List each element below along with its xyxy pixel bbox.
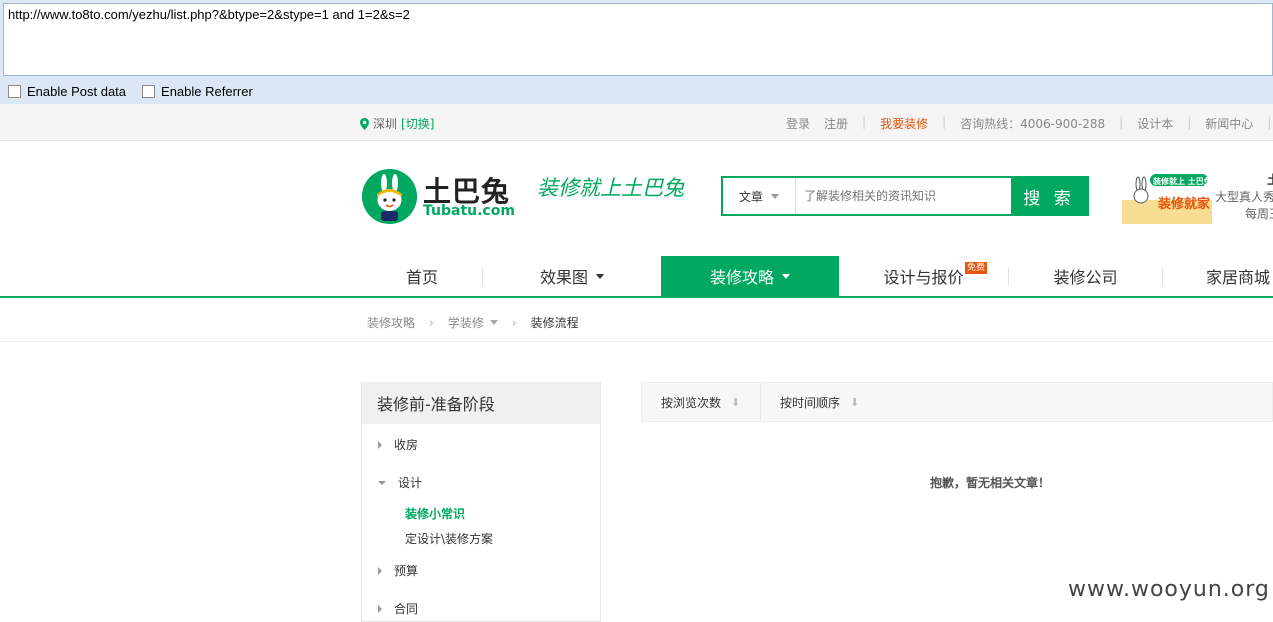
enable-referrer-option[interactable]: Enable Referrer [142, 84, 253, 99]
breadcrumb-item[interactable]: 装修攻略 [367, 314, 415, 331]
nav-item-mall[interactable]: 家居商城 [1163, 256, 1273, 296]
sort-label: 按时间顺序 [780, 395, 841, 410]
nav-label: 装修公司 [1053, 268, 1118, 287]
free-badge: 免费 [965, 262, 988, 274]
hackbar-panel: http://www.to8to.com/yezhu/list.php?&bty… [0, 0, 1273, 104]
chevron-down-icon [771, 193, 779, 199]
url-textarea[interactable]: http://www.to8to.com/yezhu/list.php?&bty… [3, 3, 1273, 76]
main-nav: 首页 效果图 装修攻略 设计与报价 免费 装修公司 家居商城 [0, 256, 1273, 298]
search-button[interactable]: 搜 索 [1011, 178, 1087, 214]
promo-side-text: 土 [1215, 172, 1273, 189]
breadcrumb-current: 装修流程 [530, 316, 579, 330]
sidebar-item-design[interactable]: 设计 [378, 474, 422, 491]
nav-label: 装修攻略 [709, 268, 774, 287]
caret-right-icon [378, 604, 382, 613]
promo-text: 土 大型真人秀 每周王 [1215, 172, 1273, 223]
nav-label: 效果图 [539, 268, 588, 287]
watermark: www.wooyun.org [1068, 577, 1270, 602]
chevron-down-icon [782, 273, 790, 279]
search-type-label: 文章 [738, 189, 763, 204]
breadcrumb: 装修攻略 › 学装修 › 装修流程 [367, 314, 579, 331]
divider [760, 383, 761, 421]
enable-referrer-label: Enable Referrer [161, 84, 253, 99]
caret-down-icon [378, 480, 386, 485]
caret-right-icon [378, 566, 382, 575]
sort-bar: 按浏览次数 ⬇ 按时间顺序 ⬇ [641, 382, 1273, 422]
enable-post-checkbox[interactable] [8, 85, 21, 98]
city-name: 深圳 [373, 117, 398, 131]
sidebar-item-receive-house[interactable]: 收房 [378, 436, 418, 453]
divider: | [1187, 115, 1192, 129]
nav-item-home[interactable]: 首页 [362, 256, 482, 296]
divider: | [1267, 115, 1272, 129]
slogan: 装修就上土巴兔 [537, 176, 684, 200]
want-decorate-link[interactable]: 我要装修 [880, 115, 928, 132]
chevron-right-icon: › [429, 315, 434, 330]
design-book-link[interactable]: 设计本 [1137, 115, 1173, 132]
logo-english-name: Tubatu.com [423, 203, 515, 219]
location-pin-icon [360, 117, 369, 130]
search-bar: 文章 搜 索 [721, 176, 1089, 216]
city-switch-link[interactable]: [切换] [401, 115, 434, 132]
search-type-dropdown[interactable]: 文章 [723, 178, 796, 214]
divider: | [1119, 115, 1124, 129]
arrow-down-icon: ⬇ [850, 395, 860, 409]
sidebar-item-label: 预算 [394, 564, 419, 578]
sort-label: 按浏览次数 [661, 395, 722, 410]
nav-label: 家居商城 [1205, 268, 1270, 287]
sidebar-subitem-plan[interactable]: 定设计\装修方案 [405, 530, 493, 547]
register-link[interactable]: 注册 [824, 115, 848, 132]
sidebar-item-label: 合同 [394, 602, 419, 616]
sidebar-item-label: 收房 [394, 438, 419, 452]
nav-item-guide[interactable]: 装修攻略 [661, 256, 839, 296]
search-input[interactable] [796, 178, 1011, 214]
sidebar-item-label: 设计 [398, 476, 423, 490]
login-link[interactable]: 登录 [786, 115, 810, 132]
enable-referrer-checkbox[interactable] [142, 85, 156, 98]
sidebar-subitem-tips[interactable]: 装修小常识 [405, 505, 465, 522]
nav-item-companies[interactable]: 装修公司 [1009, 256, 1162, 296]
empty-message: 抱歉，暂无相关文章！ [930, 476, 1051, 490]
chevron-down-icon [596, 273, 604, 279]
category-sidebar: 装修前-准备阶段 收房 设计 装修小常识 定设计\装修方案 预算 合同 [361, 382, 601, 622]
nav-item-effect-images[interactable]: 效果图 [483, 256, 661, 296]
nav-label: 首页 [405, 268, 438, 287]
site-topbar: 深圳 [切换] 登录 注册 | 我要装修 | 咨询热线：4006-900-288… [0, 104, 1273, 141]
caret-right-icon [378, 440, 382, 449]
nav-label: 设计与报价 [883, 268, 964, 287]
enable-post-label: Enable Post data [27, 84, 127, 99]
arrow-down-icon: ⬇ [731, 395, 741, 409]
hotline-text: 咨询热线：4006-900-288 [960, 117, 1106, 131]
svg-text:装修就家: 装修就家 [1157, 196, 1211, 212]
chevron-right-icon: › [511, 315, 517, 330]
promo-badge: 装修就上 土巴兔 [1153, 177, 1212, 186]
sort-by-views-button[interactable]: 按浏览次数 ⬇ [661, 383, 740, 421]
news-center-link[interactable]: 新闻中心 [1205, 115, 1253, 132]
divider: | [942, 115, 947, 129]
divider: | [862, 115, 867, 129]
divider [0, 341, 1273, 342]
promo-line-3: 每周王 [1245, 207, 1273, 221]
city-selector: 深圳 [切换] [360, 115, 434, 132]
sidebar-item-budget[interactable]: 预算 [378, 562, 418, 579]
sidebar-item-contract[interactable]: 合同 [378, 600, 418, 617]
breadcrumb-item[interactable]: 学装修 [448, 314, 484, 331]
sort-by-time-button[interactable]: 按时间顺序 ⬇ [780, 383, 859, 421]
promo-line-2: 大型真人秀 [1215, 190, 1273, 204]
enable-post-option[interactable]: Enable Post data [8, 84, 126, 99]
rabbit-logo-icon[interactable] [362, 169, 417, 224]
chevron-down-icon [489, 320, 498, 325]
sidebar-title: 装修前-准备阶段 [362, 382, 600, 424]
